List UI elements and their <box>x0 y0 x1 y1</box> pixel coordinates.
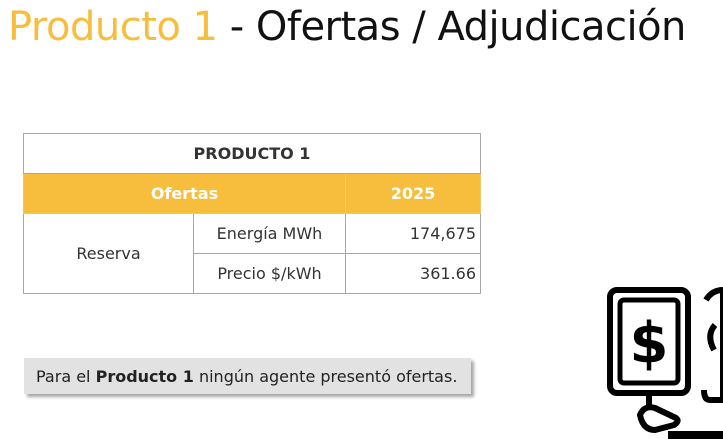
note-callout: Para el Producto 1 ningún agente present… <box>24 358 471 394</box>
header-year-cell: 2025 <box>345 173 481 214</box>
metric-cell: Energía MWh <box>193 213 346 254</box>
dollar-bill-in-hand-icon: $ <box>607 286 723 439</box>
offers-table: PRODUCTO 1 Ofertas 2025 Reserva Energía … <box>23 133 481 294</box>
title-subtitle: - Ofertas / Adjudicación <box>217 4 687 50</box>
table-row: Reserva Energía MWh 174,675 <box>23 213 481 294</box>
bill-edge-mark <box>707 322 718 352</box>
hand-fingers <box>636 404 681 434</box>
metric-cell: Precio $/kWh <box>193 253 346 294</box>
table-product-row: PRODUCTO 1 <box>23 133 481 174</box>
value-cell: 174,675 <box>345 213 481 254</box>
row-group-cell: Reserva <box>23 213 194 294</box>
header-offers-cell: Ofertas <box>23 173 346 214</box>
dollar-sign: $ <box>630 311 669 376</box>
note-suffix: ningún agente presentó ofertas. <box>198 366 458 386</box>
table-header-row: Ofertas 2025 <box>23 173 481 214</box>
note-product: Producto 1 <box>95 366 194 386</box>
page-title: Producto 1 - Ofertas / Adjudicación <box>8 4 686 50</box>
title-product: Producto 1 <box>8 4 218 50</box>
product-header-cell: PRODUCTO 1 <box>23 133 481 174</box>
value-cell: 361.66 <box>345 253 481 294</box>
note-prefix: Para el <box>36 366 91 386</box>
